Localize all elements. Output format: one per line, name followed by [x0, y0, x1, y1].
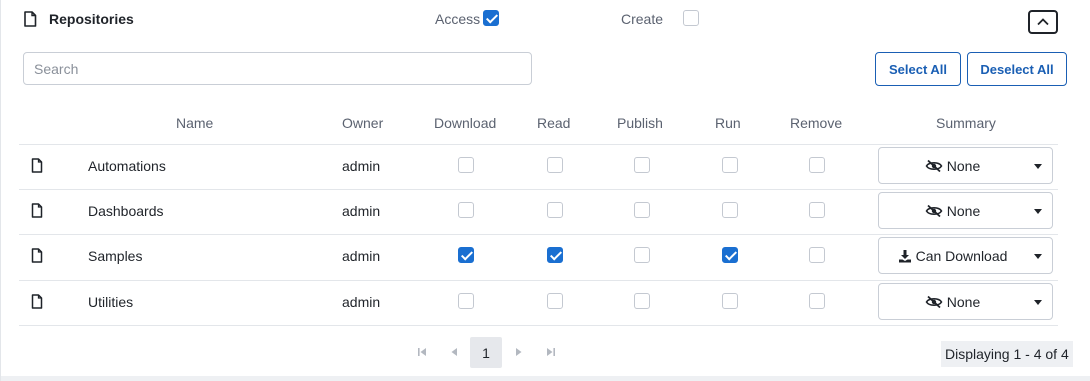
search-input[interactable] — [23, 52, 532, 85]
summary-label: None — [946, 293, 981, 310]
column-header-owner[interactable]: Owner — [342, 115, 383, 131]
summary-dropdown[interactable]: None — [878, 192, 1053, 229]
summary-label: Can Download — [915, 247, 1008, 264]
eye-slash-icon — [925, 204, 943, 217]
deselect-all-button[interactable]: Deselect All — [967, 52, 1067, 86]
pagination-status: Displaying 1 - 4 of 4 — [941, 341, 1073, 367]
select-all-button[interactable]: Select All — [875, 52, 961, 86]
first-page-icon[interactable] — [417, 347, 427, 357]
caret-down-icon — [1034, 300, 1042, 305]
summary-dropdown[interactable]: None — [878, 147, 1053, 184]
publish-checkbox[interactable] — [634, 157, 650, 173]
read-checkbox[interactable] — [547, 157, 563, 173]
download-checkbox[interactable] — [458, 293, 474, 309]
divider — [19, 144, 1058, 145]
remove-checkbox[interactable] — [809, 202, 825, 218]
remove-checkbox[interactable] — [809, 293, 825, 309]
summary-label: None — [946, 157, 981, 174]
repo-owner: admin — [342, 248, 381, 264]
remove-checkbox[interactable] — [809, 157, 825, 173]
summary-dropdown[interactable]: None — [878, 283, 1053, 320]
divider — [19, 189, 1058, 190]
column-header-summary[interactable]: Summary — [936, 115, 996, 131]
download-checkbox[interactable] — [458, 202, 474, 218]
column-header-read[interactable]: Read — [537, 115, 570, 131]
publish-checkbox[interactable] — [634, 247, 650, 263]
publish-checkbox[interactable] — [634, 202, 650, 218]
column-header-remove[interactable]: Remove — [790, 115, 842, 131]
file-icon — [31, 158, 43, 173]
repo-name[interactable]: Utilities — [88, 294, 133, 310]
repo-name[interactable]: Automations — [88, 158, 166, 174]
next-page-icon[interactable] — [515, 347, 523, 357]
file-icon — [24, 11, 37, 27]
panel-title: Repositories — [49, 11, 134, 27]
access-checkbox[interactable] — [483, 10, 499, 26]
file-icon — [31, 203, 43, 218]
divider — [19, 280, 1058, 281]
collapse-button[interactable] — [1028, 10, 1058, 34]
repo-owner: admin — [342, 294, 381, 310]
last-page-icon[interactable] — [546, 347, 556, 357]
repo-owner: admin — [342, 158, 381, 174]
summary-dropdown[interactable]: Can Download — [878, 237, 1053, 274]
download-checkbox[interactable] — [458, 157, 474, 173]
column-header-publish[interactable]: Publish — [617, 115, 663, 131]
repo-owner: admin — [342, 203, 381, 219]
read-checkbox[interactable] — [547, 247, 563, 263]
file-icon — [31, 294, 43, 309]
column-header-name[interactable]: Name — [176, 115, 213, 131]
column-header-run[interactable]: Run — [715, 115, 741, 131]
repo-name[interactable]: Dashboards — [88, 203, 164, 219]
run-checkbox[interactable] — [722, 157, 738, 173]
divider — [19, 325, 1058, 326]
create-label: Create — [621, 11, 664, 27]
panel-footer-strip — [1, 376, 1090, 381]
run-checkbox[interactable] — [722, 293, 738, 309]
repositories-panel: Repositories Access Create Select All De… — [0, 0, 1090, 381]
caret-down-icon — [1034, 254, 1042, 259]
eye-slash-icon — [925, 159, 943, 172]
access-label: Access — [435, 11, 481, 27]
summary-label: None — [946, 202, 981, 219]
divider — [19, 234, 1058, 235]
eye-slash-icon — [925, 295, 943, 308]
file-icon — [31, 248, 43, 263]
caret-down-icon — [1034, 209, 1042, 214]
read-checkbox[interactable] — [547, 202, 563, 218]
publish-checkbox[interactable] — [634, 293, 650, 309]
caret-down-icon — [1034, 164, 1042, 169]
remove-checkbox[interactable] — [809, 247, 825, 263]
run-checkbox[interactable] — [722, 202, 738, 218]
download-checkbox[interactable] — [458, 247, 474, 263]
column-header-download[interactable]: Download — [434, 115, 496, 131]
chevron-up-icon — [1037, 18, 1049, 26]
create-checkbox[interactable] — [683, 10, 700, 26]
run-checkbox[interactable] — [722, 247, 738, 263]
previous-page-icon[interactable] — [450, 347, 458, 357]
repo-name[interactable]: Samples — [88, 248, 142, 264]
download-icon — [898, 249, 911, 262]
read-checkbox[interactable] — [547, 293, 563, 309]
current-page-button[interactable]: 1 — [470, 337, 502, 368]
